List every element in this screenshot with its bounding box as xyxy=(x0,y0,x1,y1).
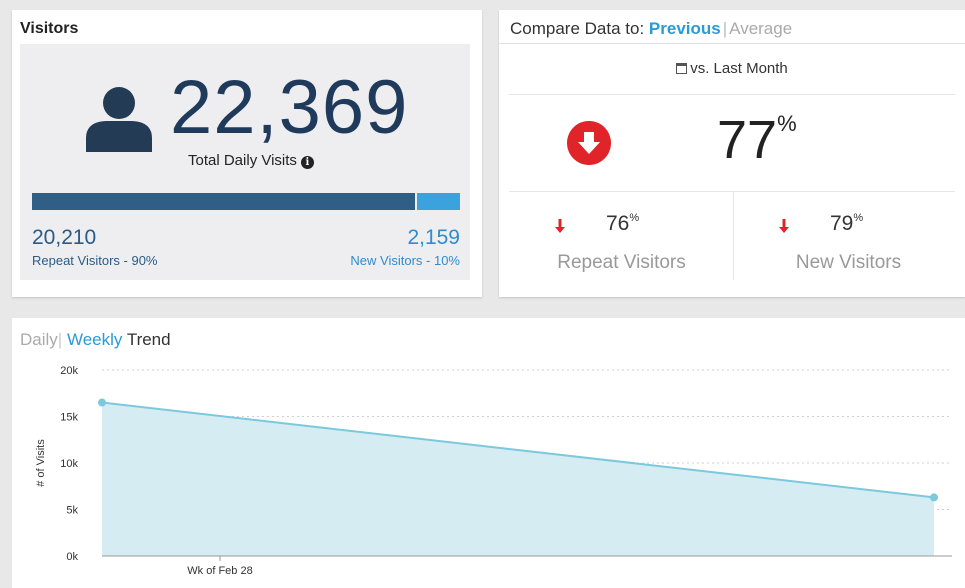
info-icon[interactable]: i xyxy=(300,156,314,169)
x-tick-label: Wk of Feb 28 xyxy=(187,565,252,577)
y-tick-label: 0k xyxy=(66,551,78,563)
comparison-period-label: vs. Last Month xyxy=(690,60,788,77)
visitor-split-bar xyxy=(32,193,460,210)
y-tick-label: 20k xyxy=(60,365,78,377)
overall-change-value: 77% xyxy=(717,110,797,170)
comparison-period: vs. Last Month xyxy=(499,60,965,77)
repeat-visitors-count: 20,210 xyxy=(32,226,97,249)
total-visits-value: 22,369 xyxy=(170,65,409,150)
new-change-number: 79 xyxy=(830,212,854,235)
y-tick-label: 10k xyxy=(60,458,78,470)
visitors-card: Visitors 22,369 Total Daily Visits i 20,2… xyxy=(12,10,482,297)
weekly-trend-chart: 0k 5k 10k 15k 20k Wk of Feb 28 # of Visits xyxy=(35,365,952,577)
compare-prefix: Compare Data to: xyxy=(510,19,645,38)
compare-separator: | xyxy=(722,19,728,38)
repeat-visitors-label: Repeat Visitors - 90% xyxy=(32,253,158,268)
repeat-change-label: Repeat Visitors xyxy=(557,252,686,273)
area-fill xyxy=(102,402,934,556)
y-axis-label: # of Visits xyxy=(35,439,47,487)
compare-option-average[interactable]: Average xyxy=(729,19,792,38)
trend-title: Daily| Weekly Trend xyxy=(20,330,171,350)
tab-weekly[interactable]: Weekly xyxy=(67,330,122,349)
data-point xyxy=(930,493,938,502)
new-visitors-bar xyxy=(417,193,460,210)
tab-daily[interactable]: Daily xyxy=(20,330,58,349)
new-change-percent-sign: % xyxy=(853,212,864,224)
compare-option-previous[interactable]: Previous xyxy=(649,19,721,38)
compare-card: Compare Data to: Previous | Average vs. La… xyxy=(499,10,965,297)
repeat-change-number: 76 xyxy=(606,212,630,235)
repeat-visitors-bar xyxy=(32,193,415,210)
trend-title-text: Trend xyxy=(126,330,171,349)
visitors-title: Visitors xyxy=(20,20,79,37)
repeat-change-value: 76% xyxy=(606,212,639,236)
arrow-down-icon xyxy=(779,219,789,233)
arrow-down-icon xyxy=(555,219,565,233)
y-tick-label: 15k xyxy=(60,412,78,424)
trend-card: Daily| Weekly Trend 0k 5k 10k 15k 20k Wk of F… xyxy=(12,318,965,588)
new-change-label: New Visitors xyxy=(795,252,902,273)
person-icon xyxy=(86,87,152,152)
new-visitors-change: 79% New Visitors xyxy=(736,192,961,280)
total-visits-label: Total Daily Visits i xyxy=(188,152,314,169)
visitors-summary-panel: 22,369 Total Daily Visits i 20,210 Repeat… xyxy=(20,44,470,280)
repeat-visitors-change: 76% Repeat Visitors xyxy=(509,192,734,280)
overall-change-number: 77 xyxy=(717,110,778,170)
trend-tab-separator: | xyxy=(57,330,63,349)
overall-change-stat: 77% xyxy=(509,94,955,192)
compare-header: Compare Data to: Previous | Average xyxy=(499,10,965,44)
new-change-value: 79% xyxy=(830,212,863,236)
new-visitors-count: 2,159 xyxy=(407,226,460,249)
new-visitors-label: New Visitors - 10% xyxy=(350,253,460,268)
total-visits-label-text: Total Daily Visits xyxy=(188,152,297,169)
arrow-down-circle-icon xyxy=(567,121,611,165)
overall-change-percent-sign: % xyxy=(777,111,797,136)
data-point xyxy=(98,398,106,407)
calendar-icon xyxy=(676,63,688,74)
repeat-change-percent-sign: % xyxy=(629,212,640,224)
y-tick-label: 5k xyxy=(66,505,78,517)
